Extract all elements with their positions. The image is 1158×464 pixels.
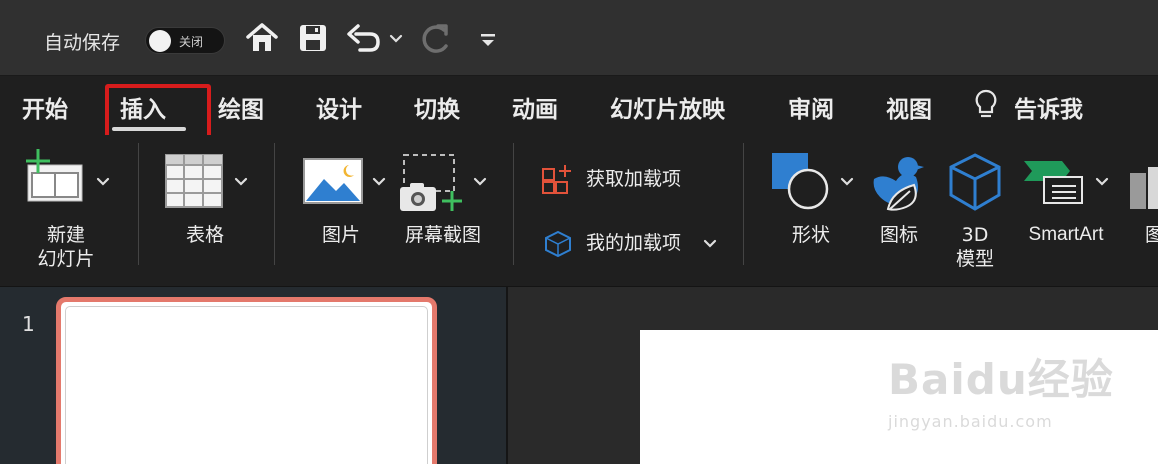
customize-toolbar-icon[interactable] xyxy=(479,32,497,48)
undo-dropdown-chevron-icon[interactable] xyxy=(389,34,403,44)
shapes-label: 形状 xyxy=(791,224,830,246)
smartart-label: SmartArt xyxy=(1028,224,1104,245)
table-icon[interactable] xyxy=(164,153,224,209)
ribbon-separator xyxy=(743,143,744,265)
insert-ribbon: 新建 幻灯片 表格 图片 屏幕截图 获取加载项 我的加载项 形状 图标 3D 模… xyxy=(0,135,1158,285)
chart-label: 图 xyxy=(1145,224,1158,246)
tab-slideshow[interactable]: 幻灯片放映 xyxy=(610,90,725,124)
new-slide-label-line1: 新建 xyxy=(46,224,85,246)
save-icon[interactable] xyxy=(298,22,328,54)
tab-tell-me[interactable]: 告诉我 xyxy=(1014,90,1083,124)
3d-model-icon[interactable] xyxy=(946,151,1004,213)
new-slide-chevron-icon[interactable] xyxy=(96,177,110,187)
tab-animations[interactable]: 动画 xyxy=(512,90,558,124)
my-addins-chevron-icon[interactable] xyxy=(703,239,717,249)
3d-model-label-line1: 3D xyxy=(961,224,989,246)
lightbulb-icon xyxy=(975,89,997,118)
home-icon[interactable] xyxy=(245,22,279,54)
tab-view[interactable]: 视图 xyxy=(886,90,932,124)
tab-review[interactable]: 审阅 xyxy=(788,90,834,124)
redo-icon[interactable] xyxy=(420,22,456,56)
my-addins-icon[interactable] xyxy=(541,229,575,259)
watermark-brand: Baidu经验 xyxy=(888,355,1114,404)
slide-thumbnail[interactable] xyxy=(56,297,437,464)
watermark: Baidu经验 jingyan.baidu.com xyxy=(880,338,1130,444)
slide-number: 1 xyxy=(22,312,35,336)
toggle-knob xyxy=(149,30,171,52)
icons-label: 图标 xyxy=(879,224,918,246)
table-label: 表格 xyxy=(185,224,224,246)
screenshot-label: 屏幕截图 xyxy=(404,224,481,246)
title-bar: 自动保存 关闭 xyxy=(0,0,1158,76)
tab-transitions[interactable]: 切换 xyxy=(414,90,460,124)
screenshot-icon[interactable] xyxy=(398,151,468,213)
slide-thumbnail-inner xyxy=(65,306,428,464)
shapes-chevron-icon[interactable] xyxy=(840,177,854,187)
autosave-label: 自动保存 xyxy=(44,32,121,54)
ribbon-separator xyxy=(274,143,275,265)
smartart-icon[interactable] xyxy=(1022,157,1086,207)
tab-draw[interactable]: 绘图 xyxy=(218,90,264,124)
undo-icon[interactable] xyxy=(346,22,382,54)
icons-icon[interactable] xyxy=(870,151,928,213)
new-slide-icon[interactable] xyxy=(22,147,86,205)
picture-chevron-icon[interactable] xyxy=(372,177,386,187)
chart-icon[interactable] xyxy=(1128,167,1158,209)
ribbon-separator xyxy=(513,143,514,265)
tab-home[interactable]: 开始 xyxy=(22,90,68,124)
smartart-chevron-icon[interactable] xyxy=(1095,177,1109,187)
shapes-icon[interactable] xyxy=(770,151,832,213)
get-addins-label[interactable]: 获取加载项 xyxy=(586,167,681,191)
tab-design[interactable]: 设计 xyxy=(316,90,362,124)
toggle-state-label: 关闭 xyxy=(179,35,204,49)
get-addins-icon[interactable] xyxy=(541,163,575,195)
screenshot-chevron-icon[interactable] xyxy=(473,177,487,187)
picture-label: 图片 xyxy=(321,224,360,246)
picture-icon[interactable] xyxy=(302,157,364,205)
new-slide-label-line2: 幻灯片 xyxy=(37,248,95,270)
3d-model-label-line2: 模型 xyxy=(955,248,994,270)
autosave-toggle[interactable]: 关闭 xyxy=(145,27,225,54)
watermark-site: jingyan.baidu.com xyxy=(888,412,1053,431)
ribbon-separator xyxy=(138,143,139,265)
table-chevron-icon[interactable] xyxy=(234,177,248,187)
my-addins-label[interactable]: 我的加载项 xyxy=(586,231,681,255)
